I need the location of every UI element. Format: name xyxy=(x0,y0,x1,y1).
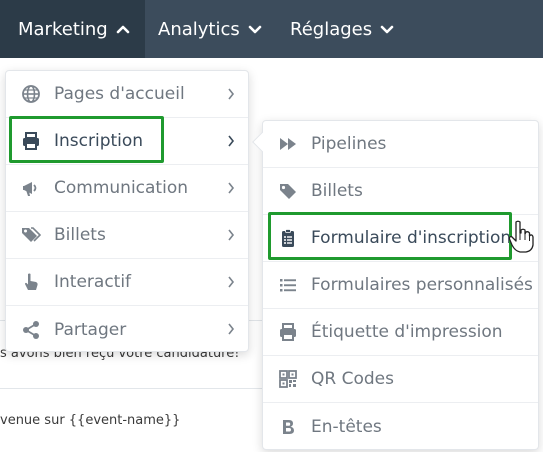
menu-item-partager[interactable]: Partager xyxy=(6,306,248,353)
nav-marketing-label: Marketing xyxy=(18,18,108,40)
nav-analytics-label: Analytics xyxy=(158,18,240,40)
highlight-formulaire-inscription xyxy=(268,212,512,260)
chevron-right-icon xyxy=(228,182,235,194)
chevron-down-icon xyxy=(380,25,394,34)
nav-reglages[interactable]: Réglages xyxy=(277,0,407,58)
chevron-right-icon xyxy=(228,135,235,147)
menu-item-communication[interactable]: Communication xyxy=(6,165,248,212)
submenu-item-label: En-têtes xyxy=(311,416,382,437)
inscription-submenu: Pipelines Billets Formulaire d'inscripti… xyxy=(252,120,539,450)
menu-item-interactif[interactable]: Interactif xyxy=(6,259,248,306)
highlight-inscription xyxy=(9,116,164,163)
nav-marketing[interactable]: Marketing xyxy=(0,0,145,58)
chevron-up-icon xyxy=(116,25,130,34)
submenu-item-pipelines[interactable]: Pipelines xyxy=(263,121,538,168)
nav-analytics[interactable]: Analytics xyxy=(145,0,277,58)
menu-item-label: Communication xyxy=(54,178,188,198)
hand-cursor-icon xyxy=(508,220,534,253)
qrcode-icon xyxy=(277,368,299,390)
menu-item-pages-accueil[interactable]: Pages d'accueil xyxy=(6,71,248,118)
share-icon xyxy=(20,319,42,341)
chevron-down-icon xyxy=(248,25,262,34)
submenu-item-label: Billets xyxy=(311,181,363,201)
menu-item-billets[interactable]: Billets xyxy=(6,212,248,259)
submenu-item-label: Pipelines xyxy=(311,134,387,154)
nav-reglages-label: Réglages xyxy=(290,18,373,40)
pointer-hand-icon xyxy=(20,271,42,293)
list-icon xyxy=(277,274,299,296)
submenu-item-qr-codes[interactable]: QR Codes xyxy=(263,356,538,403)
globe-icon xyxy=(20,83,42,105)
menu-item-label: Partager xyxy=(54,319,127,340)
submenu-item-formulaires-personnalises[interactable]: Formulaires personnalisés xyxy=(263,262,538,309)
submenu-item-label: Formulaires personnalisés xyxy=(311,275,533,295)
submenu-item-en-tetes[interactable]: En-têtes xyxy=(263,403,538,450)
printer-icon xyxy=(277,321,299,343)
chevron-right-icon xyxy=(228,323,235,335)
submenu-item-label: QR Codes xyxy=(311,369,394,389)
tags-icon xyxy=(20,224,42,246)
submenu-item-billets[interactable]: Billets xyxy=(263,168,538,215)
top-nav-bar: Marketing Analytics Réglages xyxy=(0,0,543,58)
megaphone-icon xyxy=(20,177,42,199)
tag-icon xyxy=(277,180,299,202)
menu-item-label: Billets xyxy=(54,225,106,245)
menu-item-label: Interactif xyxy=(54,272,132,292)
bold-icon xyxy=(277,416,299,438)
chevron-right-icon xyxy=(228,88,235,100)
background-divider xyxy=(0,388,270,389)
submenu-item-etiquette-impression[interactable]: Étiquette d'impression xyxy=(263,309,538,356)
chevron-right-icon xyxy=(228,229,235,241)
chevron-right-icon xyxy=(228,276,235,288)
submenu-item-label: Étiquette d'impression xyxy=(311,322,503,342)
fast-forward-icon xyxy=(277,133,299,155)
background-welcome: venue sur {{event-name}} xyxy=(0,413,181,428)
marketing-menu: Pages d'accueil Inscription Communicatio… xyxy=(5,70,249,352)
menu-item-label: Pages d'accueil xyxy=(54,84,185,104)
